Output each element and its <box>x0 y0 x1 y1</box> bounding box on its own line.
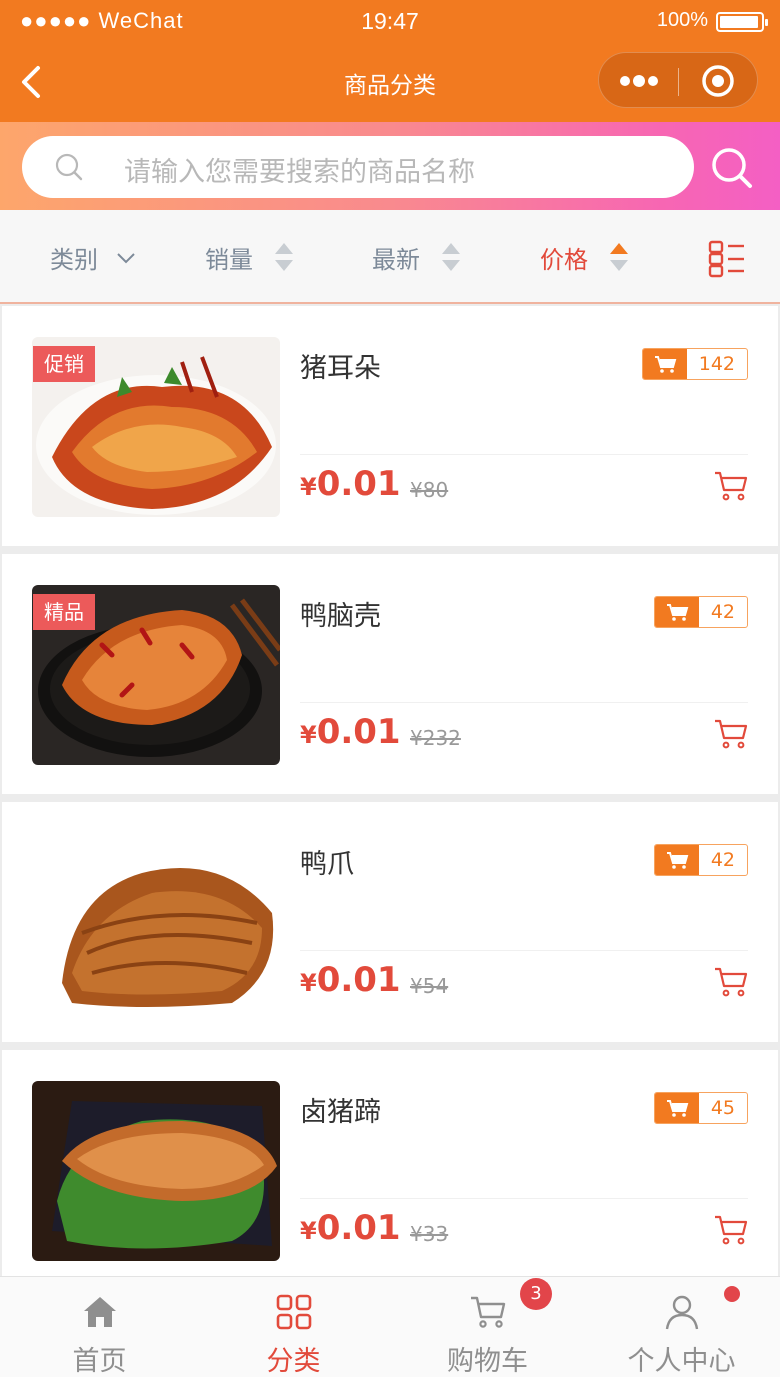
add-to-cart-icon[interactable] <box>714 1214 748 1246</box>
cart-small-icon <box>654 597 699 627</box>
category-icon <box>276 1294 312 1330</box>
product-name: 卤猪蹄 <box>300 1097 381 1128</box>
divider <box>300 950 748 951</box>
currency-symbol: ¥ <box>300 721 317 749</box>
price-value: 0.01 <box>316 712 401 752</box>
filter-category-label: 类别 <box>50 246 98 274</box>
price: ¥0.01 <box>300 712 401 752</box>
price: ¥0.01 <box>300 1208 401 1248</box>
home-icon <box>84 1297 116 1327</box>
list-view-toggle-icon[interactable] <box>708 240 746 278</box>
search-placeholder: 请输入您需要搜索的商品名称 <box>124 157 475 188</box>
cart-count: 42 <box>710 849 735 871</box>
product-card[interactable]: 鸭爪 42 ¥0.01 ¥54 <box>2 802 778 1042</box>
original-price: ¥54 <box>410 974 449 998</box>
divider <box>300 454 748 455</box>
cart-count-badge: 45 <box>653 1092 748 1124</box>
tab-cart-label: 购物车 <box>447 1346 528 1377</box>
cart-badge: 3 <box>520 1278 552 1310</box>
cart-small-icon <box>642 349 687 379</box>
sort-arrows-icon <box>441 242 460 273</box>
price-value: 0.01 <box>316 1208 401 1248</box>
price: ¥0.01 <box>300 464 401 504</box>
filter-sales[interactable]: 销量 <box>205 240 293 274</box>
filter-category[interactable]: 类别 <box>50 240 136 274</box>
price-value: 0.01 <box>316 960 401 1000</box>
search-input[interactable]: 请输入您需要搜索的商品名称 <box>22 136 694 198</box>
filter-price[interactable]: 价格 <box>540 240 628 274</box>
tab-category[interactable]: 分类 <box>196 1277 391 1377</box>
nav-bar: 商品分类 <box>0 40 780 122</box>
product-card[interactable]: 促销 猪耳朵 142 ¥0.01 ¥80 <box>2 306 778 546</box>
miniprogram-capsule <box>598 52 758 108</box>
premium-tag: 精品 <box>33 594 95 630</box>
cart-small-icon <box>654 1093 699 1123</box>
sort-arrows-icon <box>274 242 293 273</box>
product-card[interactable]: 精品 鸭脑壳 42 ¥0.01 ¥232 <box>2 554 778 794</box>
status-bar: ●●●●● WeChat 19:47 100% <box>0 0 780 40</box>
product-name: 鸭脑壳 <box>300 601 381 632</box>
divider <box>300 702 748 703</box>
add-to-cart-icon[interactable] <box>714 966 748 998</box>
cart-small-icon <box>654 845 699 875</box>
battery-percent: 100% <box>656 9 708 31</box>
add-to-cart-icon[interactable] <box>714 470 748 502</box>
filter-bar: 类别 销量 最新 价格 <box>0 210 780 304</box>
filter-price-label: 价格 <box>540 246 588 274</box>
filter-newest[interactable]: 最新 <box>372 240 460 274</box>
cart-count: 45 <box>710 1097 735 1119</box>
sort-arrows-icon <box>609 242 628 273</box>
tab-bar: 首页 分类 购物车 个人中心 <box>0 1276 780 1377</box>
product-card[interactable]: 卤猪蹄 45 ¥0.01 ¥33 <box>2 1050 778 1276</box>
cart-count: 42 <box>710 601 735 623</box>
tab-category-label: 分类 <box>266 1346 321 1377</box>
search-icon <box>55 153 83 181</box>
cart-count: 142 <box>698 353 735 375</box>
price: ¥0.01 <box>300 960 401 1000</box>
filter-newest-label: 最新 <box>372 246 420 274</box>
top-bar: ●●●●● WeChat 19:47 100% 商品分类 <box>0 0 780 122</box>
product-name: 猪耳朵 <box>300 353 381 384</box>
product-name: 鸭爪 <box>300 849 354 880</box>
battery-icon <box>716 12 768 32</box>
product-image[interactable] <box>32 1081 280 1261</box>
cart-count-badge: 142 <box>641 348 748 380</box>
filter-sales-label: 销量 <box>205 246 253 274</box>
cart-count-badge: 42 <box>653 596 748 628</box>
tab-profile-label: 个人中心 <box>627 1346 736 1377</box>
currency-symbol: ¥ <box>300 473 317 501</box>
currency-symbol: ¥ <box>300 969 317 997</box>
original-price: ¥80 <box>410 478 449 502</box>
more-dots-icon[interactable] <box>619 71 659 91</box>
capsule-divider <box>678 68 679 96</box>
cart-count-badge: 42 <box>653 844 748 876</box>
user-icon <box>665 1295 699 1330</box>
product-image[interactable] <box>32 833 280 1013</box>
currency-symbol: ¥ <box>300 1217 317 1245</box>
close-miniprogram-icon[interactable] <box>701 64 735 98</box>
cart-icon <box>471 1296 506 1328</box>
tab-cart[interactable]: 购物车 <box>390 1277 585 1377</box>
original-price: ¥33 <box>410 1222 449 1246</box>
add-to-cart-icon[interactable] <box>714 718 748 750</box>
notification-dot <box>724 1286 740 1302</box>
tab-home[interactable]: 首页 <box>2 1277 197 1377</box>
tab-home-label: 首页 <box>72 1346 127 1377</box>
search-button-icon[interactable] <box>710 146 754 190</box>
price-value: 0.01 <box>316 464 401 504</box>
search-band: 请输入您需要搜索的商品名称 <box>0 122 780 210</box>
original-price: ¥232 <box>410 726 461 750</box>
chevron-down-icon <box>116 252 135 263</box>
divider <box>300 1198 748 1199</box>
tab-profile[interactable]: 个人中心 <box>584 1277 779 1377</box>
promo-tag: 促销 <box>33 346 95 382</box>
